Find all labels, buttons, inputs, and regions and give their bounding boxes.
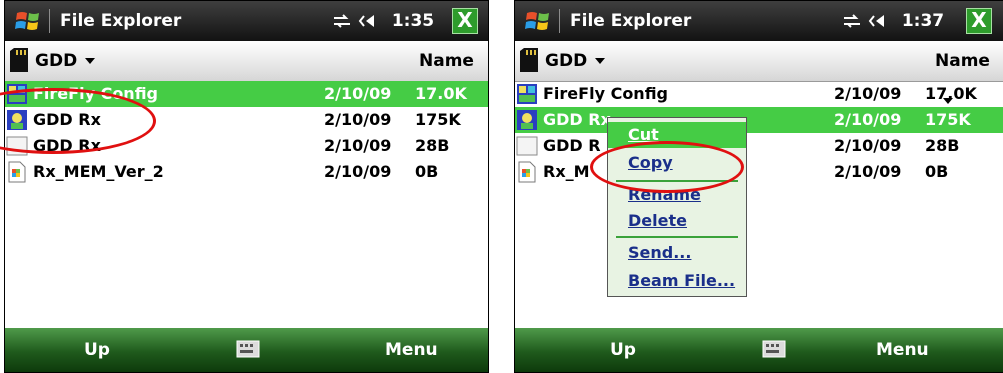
blank-file-icon bbox=[6, 136, 28, 156]
title-bar: File Explorer 1:37 X bbox=[515, 1, 1003, 41]
file-row[interactable]: FireFly Config 2/10/09 17.0K bbox=[5, 81, 488, 107]
file-date: 2/10/09 bbox=[834, 136, 902, 155]
speaker-icon bbox=[358, 15, 374, 27]
config-app-icon bbox=[517, 84, 537, 104]
file-row[interactable]: GDD R 2/10/09 28B bbox=[515, 133, 1003, 159]
file-row[interactable]: Rx_MEM_Ver_2 2/10/09 0B bbox=[5, 159, 488, 185]
softkey-bar: Up Menu bbox=[515, 328, 1003, 372]
file-date: 2/10/09 bbox=[834, 110, 902, 129]
file-name: FireFly Config bbox=[33, 84, 159, 103]
softkey-up[interactable]: Up bbox=[84, 328, 110, 372]
chevron-down-icon bbox=[595, 58, 606, 64]
menu-item-rename[interactable]: Rename bbox=[608, 182, 746, 208]
menu-item-beam-file[interactable]: Beam File... bbox=[608, 268, 746, 294]
file-date: 2/10/09 bbox=[324, 136, 392, 155]
file-size: 28B bbox=[415, 136, 450, 155]
window-title: File Explorer bbox=[60, 11, 182, 31]
menu-item-send[interactable]: Send... bbox=[608, 240, 746, 266]
file-size: 17.0K bbox=[925, 84, 977, 103]
file-row[interactable]: Rx_M 2/10/09 0B bbox=[515, 159, 1003, 185]
file-row[interactable]: GDD Rx 2/10/09 28B bbox=[5, 133, 488, 159]
file-date: 2/10/09 bbox=[324, 162, 392, 181]
file-name: GDD Rx bbox=[33, 110, 101, 129]
file-size: 17.0K bbox=[415, 84, 467, 103]
title-separator bbox=[559, 9, 560, 33]
folder-bar: GDD Name bbox=[5, 41, 488, 104]
folder-dropdown[interactable]: GDD bbox=[35, 41, 96, 81]
windows-flag-icon[interactable] bbox=[15, 8, 41, 34]
file-date: 2/10/09 bbox=[324, 84, 392, 103]
menu-item-delete[interactable]: Delete bbox=[608, 208, 746, 234]
keyboard-icon[interactable] bbox=[762, 340, 786, 358]
sd-card-icon bbox=[10, 48, 28, 72]
file-explorer-screen-left: File Explorer 1:35 X GDD Name FireFly Co… bbox=[4, 0, 489, 373]
file-name: Rx_M bbox=[543, 162, 590, 181]
status-area[interactable]: 1:35 bbox=[332, 1, 434, 41]
file-size: 175K bbox=[415, 110, 461, 129]
file-row[interactable]: GDD Rx 2/10/09 175K bbox=[5, 107, 488, 133]
file-explorer-screen-right: File Explorer 1:37 X GDD Name FireFly Co… bbox=[514, 0, 1003, 373]
windows-flag-icon[interactable] bbox=[525, 8, 551, 34]
sort-label: Name bbox=[935, 51, 990, 71]
sync-arrows-icon bbox=[844, 14, 860, 28]
close-button[interactable]: X bbox=[452, 8, 478, 34]
document-icon bbox=[518, 161, 536, 183]
blank-file-icon bbox=[516, 136, 538, 156]
app-icon bbox=[517, 110, 537, 130]
app-icon bbox=[7, 110, 27, 130]
keyboard-icon[interactable] bbox=[236, 340, 260, 358]
softkey-menu[interactable]: Menu bbox=[876, 328, 929, 372]
file-date: 2/10/09 bbox=[834, 162, 902, 181]
softkey-up[interactable]: Up bbox=[610, 328, 636, 372]
file-row[interactable]: FireFly Config 2/10/09 17.0K bbox=[515, 81, 1003, 107]
sd-card-icon bbox=[520, 48, 538, 72]
menu-item-copy[interactable]: Copy bbox=[608, 150, 746, 176]
speaker-icon bbox=[868, 15, 884, 27]
chevron-down-icon bbox=[85, 58, 96, 64]
softkey-menu[interactable]: Menu bbox=[385, 328, 438, 372]
config-app-icon bbox=[7, 84, 27, 104]
title-bar: File Explorer 1:35 X bbox=[5, 1, 488, 41]
file-date: 2/10/09 bbox=[834, 84, 902, 103]
folder-name: GDD bbox=[545, 51, 588, 71]
file-name: Rx_MEM_Ver_2 bbox=[33, 162, 164, 181]
menu-item-cut[interactable]: Cut bbox=[608, 122, 746, 148]
file-size: 175K bbox=[925, 110, 971, 129]
close-button[interactable]: X bbox=[966, 8, 992, 34]
sort-label: Name bbox=[419, 51, 474, 71]
file-name: FireFly Config bbox=[543, 84, 669, 103]
folder-dropdown[interactable]: GDD bbox=[545, 41, 606, 81]
file-size: 0B bbox=[925, 162, 949, 181]
clock: 1:35 bbox=[391, 11, 435, 31]
softkey-bar: Up Menu bbox=[5, 328, 488, 372]
file-row[interactable]: GDD Rx 2/10/09 175K bbox=[515, 107, 1003, 133]
clock: 1:37 bbox=[901, 11, 945, 31]
sync-arrows-icon bbox=[334, 14, 350, 28]
file-size: 28B bbox=[925, 136, 960, 155]
folder-bar: GDD Name bbox=[515, 41, 1003, 104]
status-area[interactable]: 1:37 bbox=[842, 1, 944, 41]
file-name: GDD Rx bbox=[543, 110, 611, 129]
file-name: GDD R bbox=[543, 136, 601, 155]
title-separator bbox=[49, 9, 50, 33]
context-menu: Cut Copy Rename Delete Send... Beam File… bbox=[607, 117, 747, 297]
menu-separator bbox=[616, 236, 738, 238]
window-title: File Explorer bbox=[570, 11, 692, 31]
file-size: 0B bbox=[415, 162, 439, 181]
document-icon bbox=[8, 161, 26, 183]
file-date: 2/10/09 bbox=[324, 110, 392, 129]
file-name: GDD Rx bbox=[33, 136, 101, 155]
folder-name: GDD bbox=[35, 51, 78, 71]
